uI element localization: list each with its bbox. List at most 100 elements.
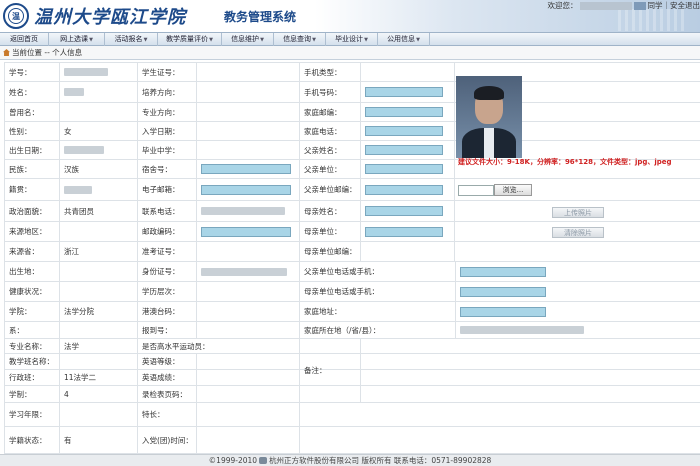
home-address-input[interactable] xyxy=(460,306,546,317)
form-row: 学习年限： 特长： xyxy=(5,403,700,427)
photo-upload-hint: 建议文件大小：9-18K，分辨率：96*128，文件类型：jpg、jpeg xyxy=(458,158,672,166)
label-graduated-school: 毕业中学： xyxy=(138,141,197,159)
dorm-input[interactable] xyxy=(201,164,291,174)
mother-phone-input[interactable] xyxy=(460,286,546,297)
home-phone-input[interactable] xyxy=(365,126,443,136)
value-home-phone xyxy=(361,122,455,140)
father-name-input[interactable] xyxy=(365,145,443,155)
chevron-down-icon: ▼ xyxy=(364,37,368,43)
redacted-value xyxy=(64,68,108,76)
nav-activity[interactable]: 活动报名▼ xyxy=(105,33,158,46)
label-english-level: 英语等级： xyxy=(138,354,197,369)
value-text: 女 xyxy=(64,126,72,136)
value-enrollment-date xyxy=(197,122,300,140)
label-text: 父亲姓名： xyxy=(304,145,342,155)
mobile-input[interactable] xyxy=(365,87,443,97)
label-college: 学院： xyxy=(5,302,60,321)
form-row: 来源省： 浙江 准考证号： 母亲单位邮编： xyxy=(5,242,700,262)
label-text: 学籍状态： xyxy=(9,435,47,445)
value-admin-class: 11法学二 xyxy=(60,370,138,385)
nav-info-maintenance[interactable]: 信息维护▼ xyxy=(222,33,274,46)
value-exam-ticket xyxy=(197,242,300,261)
value-mother-employer xyxy=(361,222,455,241)
nav-graduation-design-label: 毕业设计 xyxy=(335,35,364,43)
email-input[interactable] xyxy=(201,184,291,195)
label-text: 母亲姓名： xyxy=(304,206,342,216)
nav-graduation-design[interactable]: 毕业设计▼ xyxy=(326,33,378,46)
footer-phone: 联系电话：0571-89902828 xyxy=(393,456,492,465)
label-home-location: 家庭所在地（/省/县）： xyxy=(300,322,456,338)
form-row: 姓名： 培养方向： 手机号码： xyxy=(5,82,700,103)
label-text: 系： xyxy=(9,325,24,335)
upload-photo-button[interactable]: 上传照片 xyxy=(552,207,604,218)
value-native-place xyxy=(60,179,138,200)
label-english-score: 英语成绩： xyxy=(138,370,197,385)
mother-name-input[interactable] xyxy=(365,206,443,216)
value-report-number xyxy=(197,322,300,338)
father-phone-input[interactable] xyxy=(460,266,546,277)
label-text: 身份证号： xyxy=(142,267,180,276)
value-teaching-class xyxy=(60,354,138,369)
value-enrollment-status: 有 xyxy=(60,427,138,453)
label-text: 母亲单位： xyxy=(304,227,342,236)
father-employer-input[interactable] xyxy=(365,164,443,174)
label-political-status: 政治面貌： xyxy=(5,201,60,221)
nav-teaching-evaluation[interactable]: 教学质量评价▼ xyxy=(158,33,222,46)
label-text: 毕业中学： xyxy=(142,145,180,155)
label-text: 母亲单位邮编： xyxy=(304,247,357,256)
nav-public-info-label: 公用信息 xyxy=(387,35,416,43)
nav-teaching-evaluation-label: 教学质量评价 xyxy=(166,35,209,43)
label-mother-employer: 母亲单位： xyxy=(300,222,361,241)
value-gender: 女 xyxy=(60,122,138,140)
label-former-name: 曾用名： xyxy=(5,103,60,121)
redacted-value xyxy=(64,146,104,154)
father-employer-postcode-input[interactable] xyxy=(365,184,443,195)
redacted-value xyxy=(201,207,285,215)
label-text: 出生地： xyxy=(9,267,39,276)
label-admission-page: 录检表页码： xyxy=(138,386,197,402)
postal-code-input[interactable] xyxy=(201,226,291,237)
photo-file-input[interactable] xyxy=(458,185,494,196)
system-name: 教务管理系统 xyxy=(224,10,297,24)
footer-rights: 版权所有 xyxy=(361,456,392,465)
home-postcode-input[interactable] xyxy=(365,107,443,117)
nav-home[interactable]: 返回首页 xyxy=(0,33,49,46)
value-text: 共青团员 xyxy=(64,206,94,216)
label-text: 行政班： xyxy=(9,373,39,382)
delete-photo-button[interactable]: 清除照片 xyxy=(552,227,604,238)
label-email: 电子邮箱： xyxy=(138,179,197,200)
nav-public-info[interactable]: 公用信息▼ xyxy=(378,33,430,46)
value-birthplace xyxy=(60,262,138,281)
label-text: 英语成绩： xyxy=(142,373,180,382)
value-postal-code xyxy=(197,222,300,241)
label-mother-name: 母亲姓名： xyxy=(300,201,361,221)
nav-course-selection[interactable]: 网上选课▼ xyxy=(49,33,105,46)
breadcrumb-path: -- 个人信息 xyxy=(42,48,83,57)
school-logo: 温 xyxy=(3,3,29,29)
nav-info-query-label: 信息查询 xyxy=(283,35,312,43)
label-text: 曾用名： xyxy=(9,107,39,117)
form-row: 学籍状态： 有 入党(团)时间： xyxy=(5,427,700,454)
label-text: 英语等级： xyxy=(142,357,180,366)
label-text: 来源地区： xyxy=(9,227,47,236)
label-text: 录检表页码： xyxy=(142,389,187,399)
value-student-card xyxy=(197,63,300,81)
nav-info-query[interactable]: 信息查询▼ xyxy=(274,33,326,46)
company-logo-icon xyxy=(259,457,268,464)
photo-figure-shirt xyxy=(484,128,494,158)
label-mobile: 手机号码： xyxy=(300,82,361,102)
label-text: 宿舍号： xyxy=(142,164,172,174)
value-text: 浙江 xyxy=(64,247,79,256)
label-gender: 性别： xyxy=(5,122,60,140)
label-schooling-years: 学制： xyxy=(5,386,60,402)
chevron-down-icon: ▼ xyxy=(89,37,93,43)
label-text: 来源省： xyxy=(9,247,39,256)
mother-employer-input[interactable] xyxy=(365,226,443,237)
label-ethnicity: 民族： xyxy=(5,160,60,178)
value-admission-page xyxy=(197,386,300,402)
nav-info-maintenance-label: 信息维护 xyxy=(231,35,260,43)
browse-button[interactable]: 浏览... xyxy=(494,184,532,196)
value-english-score xyxy=(197,370,300,385)
exit-link[interactable]: 安全退出 xyxy=(670,1,700,10)
value-father-employer xyxy=(361,160,455,178)
